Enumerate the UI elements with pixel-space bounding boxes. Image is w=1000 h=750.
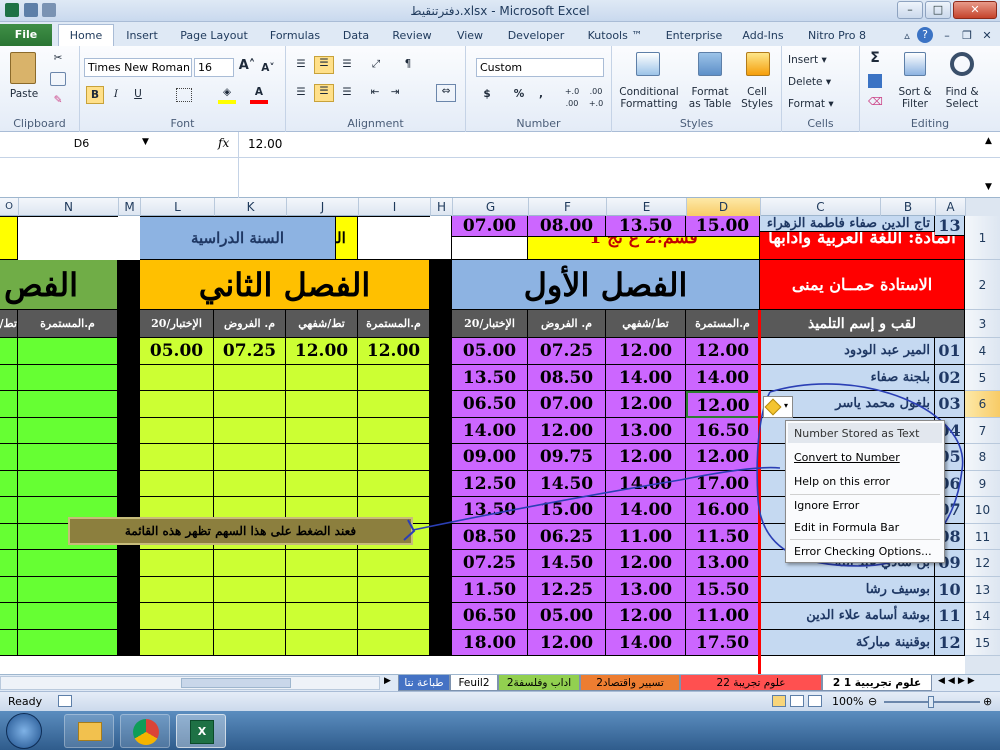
status-bar: Ready 100% ⊖ ⊕ <box>0 691 1000 711</box>
zoom-slider[interactable] <box>884 696 980 708</box>
sheet-tab-bar: ▶ طباعة نتا Feuil2 2اداب وفلسفة 2تسيير و… <box>0 674 1000 691</box>
zoom-out-icon[interactable]: ⊖ <box>868 695 877 708</box>
horizontal-scrollbar[interactable] <box>0 676 380 690</box>
sheet-tab-feuil2[interactable]: Feuil2 <box>450 675 498 691</box>
sheet-nav-icons[interactable]: ◀◀▶▶ <box>938 676 978 686</box>
sheet-tab-print[interactable]: طباعة نتا <box>398 675 450 691</box>
taskbar-explorer[interactable] <box>64 714 114 748</box>
menu-ignore-error[interactable]: Ignore Error <box>794 499 859 512</box>
zoom-slider-thumb[interactable] <box>928 696 934 708</box>
menu-help-on-error[interactable]: Help on this error <box>794 475 890 488</box>
annotation-arrows <box>403 383 964 567</box>
zoom-in-icon[interactable]: ⊕ <box>983 695 992 708</box>
menu-separator <box>790 494 940 495</box>
warning-diamond-icon <box>764 398 782 416</box>
menu-separator-2 <box>790 539 940 540</box>
smart-tag-dropdown-icon: ▾ <box>784 401 789 410</box>
normal-view-icon[interactable] <box>772 695 786 707</box>
sheet-scroll-right-icon[interactable]: ▶ <box>384 676 391 686</box>
macro-record-icon[interactable] <box>58 695 72 707</box>
start-button[interactable] <box>6 713 42 749</box>
scrollbar-thumb[interactable] <box>181 678 291 688</box>
zoom-level[interactable]: 100% <box>832 695 863 708</box>
menu-header-label: Number Stored as Text <box>794 427 920 440</box>
menu-convert-to-number[interactable]: Convert to Number <box>794 451 900 464</box>
chrome-icon <box>133 719 159 745</box>
annotation-arrowhead <box>403 519 416 541</box>
excel-taskbar-icon: X <box>190 720 214 744</box>
menu-edit-in-formula-bar[interactable]: Edit in Formula Bar <box>794 521 899 534</box>
sheet-tab-science1[interactable]: 2 علوم تجريبية 1 <box>822 675 932 691</box>
sheet-tab-science2[interactable]: 2علوم تجريبة 2 <box>680 675 822 691</box>
taskbar-chrome[interactable] <box>120 714 170 748</box>
error-options-menu: Number Stored as Text Convert to Number … <box>785 420 945 563</box>
annotation-arrow-path <box>412 466 781 531</box>
error-smart-tag[interactable]: ▾ <box>763 396 793 418</box>
page-break-view-icon[interactable] <box>808 695 822 707</box>
sheet-tab-management[interactable]: 2تسيير واقتصاد <box>580 675 680 691</box>
taskbar-excel[interactable]: X <box>176 714 226 748</box>
folder-icon <box>78 722 102 741</box>
menu-error-checking-options[interactable]: Error Checking Options... <box>794 545 932 558</box>
page-layout-view-icon[interactable] <box>790 695 804 707</box>
sheet-tab-arts[interactable]: 2اداب وفلسفة <box>498 675 580 691</box>
windows-taskbar: X <box>0 711 1000 750</box>
status-ready: Ready <box>8 695 43 708</box>
